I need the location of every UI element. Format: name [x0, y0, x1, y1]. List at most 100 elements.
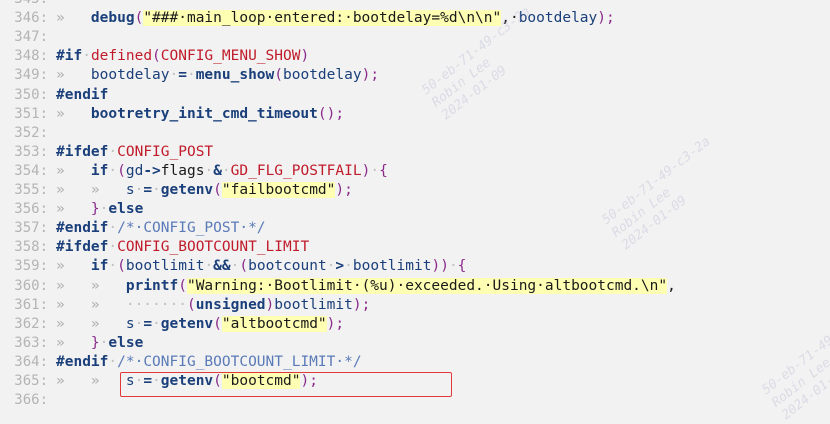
code-line: 362: » » s·=·getenv("altbootcmd"); — [0, 315, 830, 334]
code-token: · — [370, 162, 380, 179]
code-token: bootcount — [248, 258, 327, 275]
code-token: ); — [597, 10, 615, 27]
code-token: { — [379, 162, 388, 179]
code-token: unsigned — [195, 296, 266, 313]
code-token: , — [667, 277, 676, 294]
code-token: = — [143, 315, 153, 332]
code-token: ······· — [125, 296, 187, 313]
code-token: /*·CONFIG_POST·*/ — [117, 220, 266, 237]
code-token: menu_show — [195, 67, 275, 84]
code-token: ( — [213, 315, 222, 332]
line-number: 352: — [14, 124, 48, 141]
code-line: 357: #endif·/*·CONFIG_POST·*/ — [0, 219, 830, 238]
code-token: bootdelay — [283, 67, 362, 84]
code-token: · — [204, 162, 214, 179]
code-token: CONFIG_BOOTCOUNT_LIMIT — [117, 239, 310, 256]
code-token: #endif — [56, 86, 109, 103]
code-token: » » — [56, 182, 126, 198]
line-number: 348: — [14, 48, 48, 65]
code-token: else — [108, 201, 144, 218]
line-number: 356: — [14, 201, 48, 218]
code-token: bootdelay — [90, 67, 170, 84]
code-line: 364: #endif·/*·CONFIG_BOOTCOUNT_LIMIT·*/ — [0, 353, 830, 372]
code-token: ( — [274, 67, 284, 84]
code-token: -> — [143, 162, 161, 179]
code-token: » — [56, 258, 91, 275]
code-token: if — [90, 162, 109, 179]
line-number: 361: — [14, 296, 48, 313]
code-line: 346: » debug("###·main_loop·entered:·boot… — [0, 9, 830, 28]
line-number: 355: — [14, 182, 48, 198]
code-token: > — [335, 258, 345, 275]
code-token: ) — [265, 296, 275, 313]
code-token: · — [134, 182, 144, 198]
code-token: · — [152, 315, 161, 332]
code-token: · — [448, 258, 458, 275]
code-token: flags — [160, 162, 205, 179]
code-token: "altbootcmd" — [221, 315, 327, 332]
code-token: · — [134, 315, 144, 332]
code-text: #if·defined(CONFIG_MENU_SHOW) — [56, 47, 309, 66]
code-token: = — [178, 67, 187, 84]
line-number: 349: — [14, 67, 48, 84]
code-token: » » — [56, 315, 126, 332]
code-text: #endif·/*·CONFIG_BOOTCOUNT_LIMIT·*/ — [56, 353, 362, 372]
code-text: » » ·······(unsigned)bootlimit); — [56, 296, 370, 315]
code-token: bootlimit — [274, 296, 353, 313]
code-text: #endif·/*·CONFIG_POST·*/ — [56, 219, 266, 238]
code-token: "failbootcmd" — [221, 182, 336, 198]
line-number: 357: — [14, 220, 48, 237]
code-token: #if — [56, 48, 83, 65]
code-text: #endif — [56, 86, 108, 105]
line-number: 365: — [14, 373, 48, 389]
code-token: · — [82, 48, 91, 65]
code-text: » » s·=·getenv("altbootcmd"); — [56, 315, 344, 334]
code-token: } — [90, 334, 100, 351]
code-line: 363: » }·else — [0, 334, 830, 353]
code-token: getenv — [160, 315, 214, 332]
line-number: 366: — [14, 392, 48, 409]
code-text: » bootdelay·=·menu_show(bootdelay); — [56, 66, 379, 85]
code-token: = — [143, 182, 153, 198]
code-token: ); — [361, 67, 380, 84]
code-token: ( — [178, 277, 187, 294]
code-token: CONFIG_POST — [117, 143, 214, 160]
code-token: ( — [117, 162, 126, 179]
line-number: 347: — [14, 29, 48, 46]
code-line: 359:» if·(bootlimit·&&·(bootcount·>·boot… — [0, 257, 830, 276]
code-token: bootretry_init_cmd_timeout — [90, 105, 318, 122]
code-editor[interactable]: 345:346:» debug("###·main_loop·entered:·… — [0, 0, 830, 409]
code-token: if — [90, 258, 109, 275]
code-token: else — [108, 334, 144, 351]
code-token: · — [108, 353, 118, 370]
code-token: )) — [431, 258, 449, 275]
code-text: #ifdef·CONFIG_BOOTCOUNT_LIMIT — [56, 238, 309, 257]
code-text: » bootretry_init_cmd_timeout(); — [56, 105, 344, 124]
code-token: ( — [152, 48, 161, 65]
code-token: » — [56, 201, 91, 218]
code-token: GD_FLG_POSTFAIL — [230, 162, 362, 179]
code-token: · — [169, 67, 179, 84]
code-token: ( — [134, 10, 144, 27]
code-token: && — [213, 258, 231, 275]
code-token: (); — [317, 105, 345, 122]
line-number: 350: — [14, 86, 48, 103]
line-number: 351: — [14, 105, 48, 122]
code-token: #ifdef — [56, 239, 109, 256]
code-token: » — [56, 334, 91, 351]
code-line: 358: #ifdef·CONFIG_BOOTCOUNT_LIMIT — [0, 238, 830, 257]
line-number: 358: — [14, 239, 48, 256]
line-number: 362: — [14, 315, 48, 332]
line-number: 353: — [14, 143, 48, 160]
line-number: 354: — [14, 162, 48, 179]
code-text: #ifdef·CONFIG_POST — [56, 143, 213, 162]
code-text: » }·else — [56, 334, 143, 353]
code-token: bootlimit — [352, 258, 432, 275]
code-token: ( — [117, 258, 126, 275]
code-token: ( — [186, 296, 196, 313]
code-line: 360: » » printf("Warning:·Bootlimit·(%u)·… — [0, 277, 830, 296]
line-number: 346: — [14, 10, 48, 27]
code-line: 361: » » ·······(unsigned)bootlimit); — [0, 296, 830, 315]
code-token: · — [108, 220, 118, 237]
line-number: 345: — [0, 0, 48, 9]
